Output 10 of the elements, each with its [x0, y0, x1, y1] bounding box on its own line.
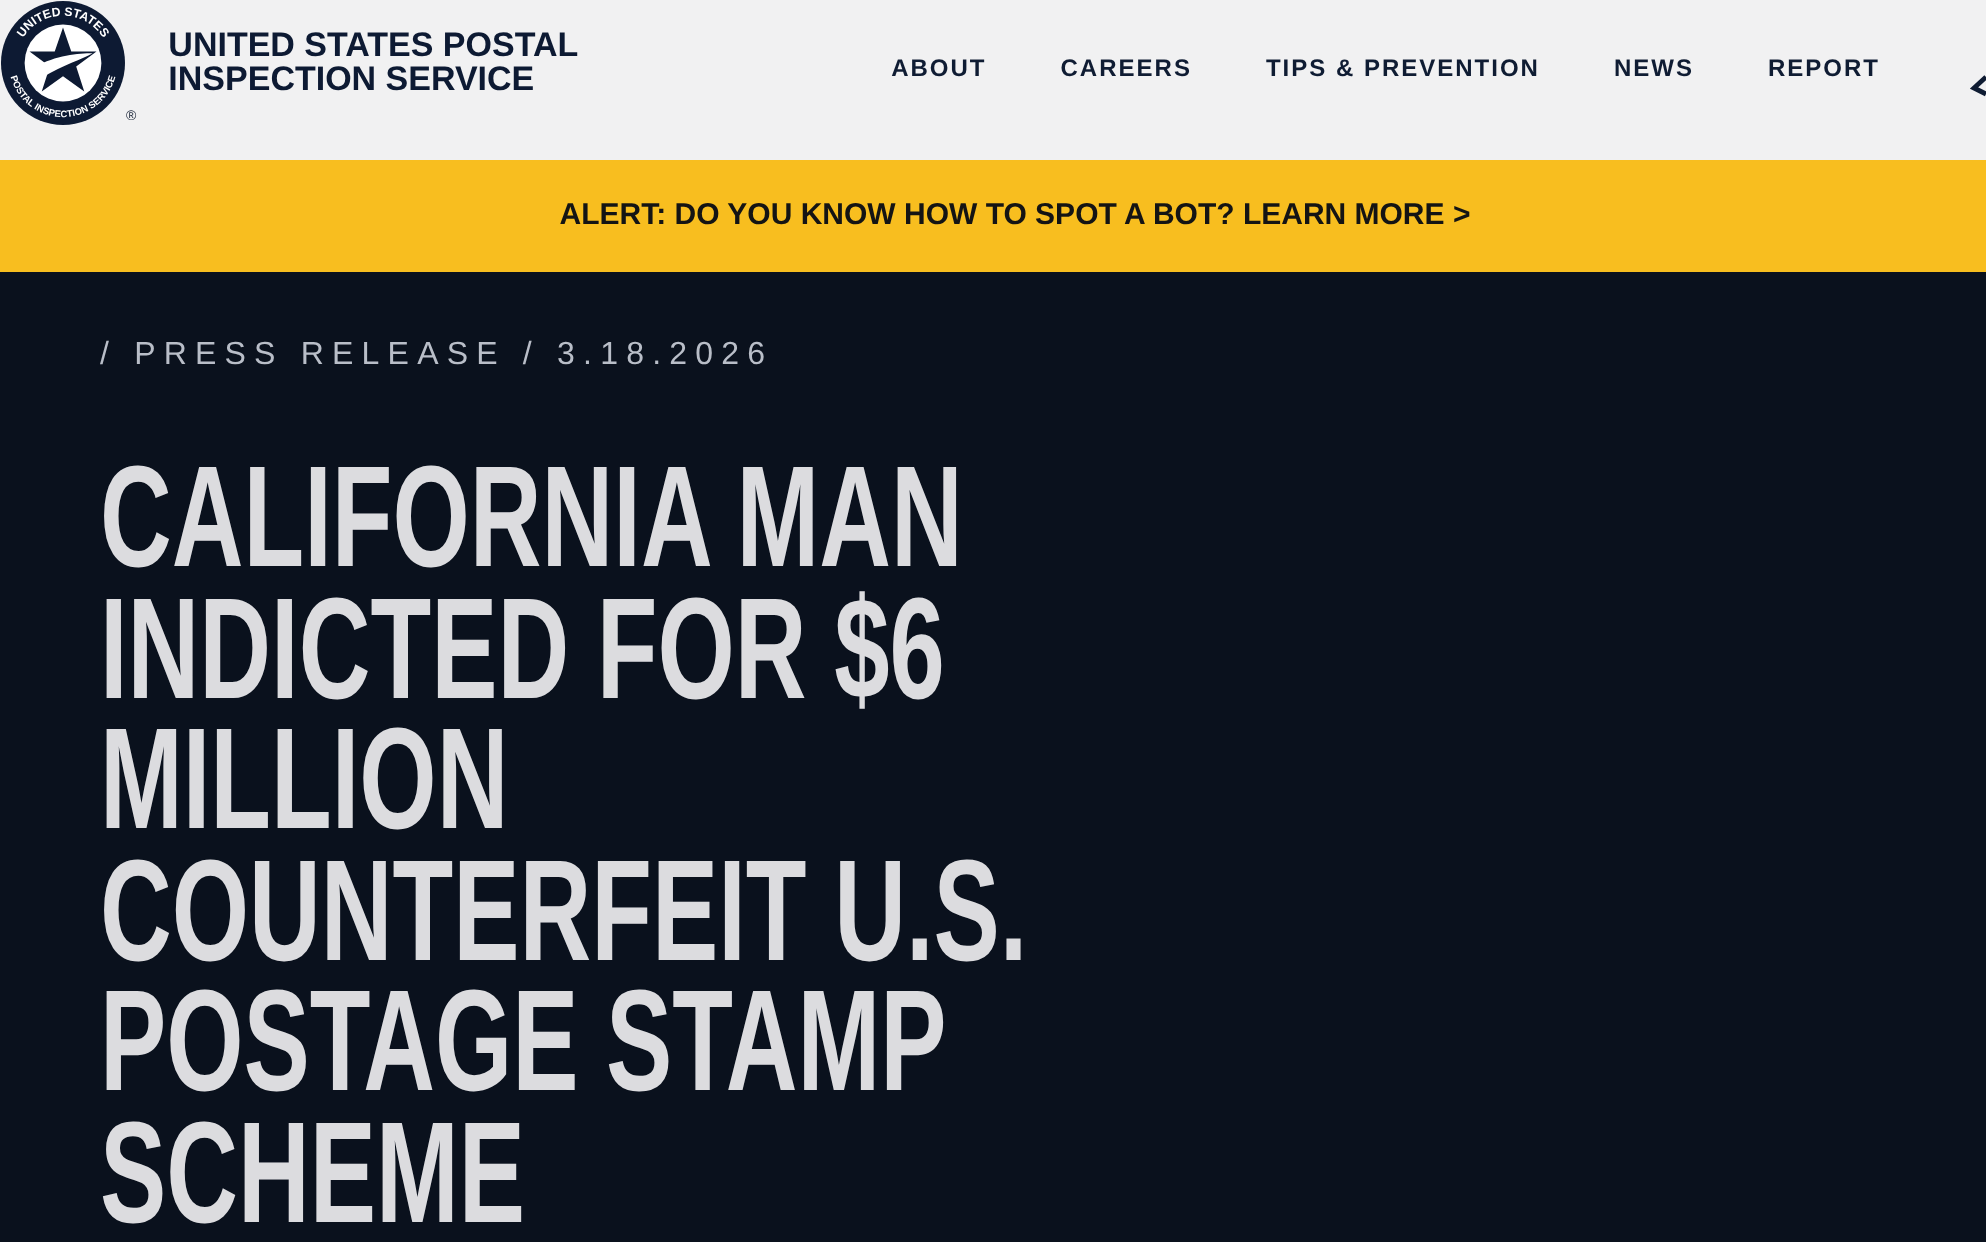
nav-link[interactable]: CAREERS — [1060, 54, 1192, 82]
nav-link[interactable]: ABOUT — [891, 54, 987, 82]
site-title[interactable]: UNITED STATES POSTAL INSPECTION SERVICE — [168, 28, 599, 96]
breadcrumb: / PRESS RELEASE / 3.18.2026 — [100, 336, 774, 376]
alert-link[interactable]: ALERT: DO YOU KNOW HOW TO SPOT A BOT? LEARN MORE > — [559, 198, 1471, 234]
nav-link[interactable]: TIPS & PREVENTION — [1265, 54, 1540, 82]
nav-link[interactable]: REPORT — [1767, 54, 1880, 82]
chevron-icon[interactable] — [1970, 74, 1986, 98]
nav-link[interactable]: NEWS — [1613, 54, 1694, 82]
headline: CALIFORNIA MAN INDICTED FOR $6 MILLION COUNTERFEIT U.S. POSTAGE STAMP SCHEME — [100, 454, 1030, 1240]
